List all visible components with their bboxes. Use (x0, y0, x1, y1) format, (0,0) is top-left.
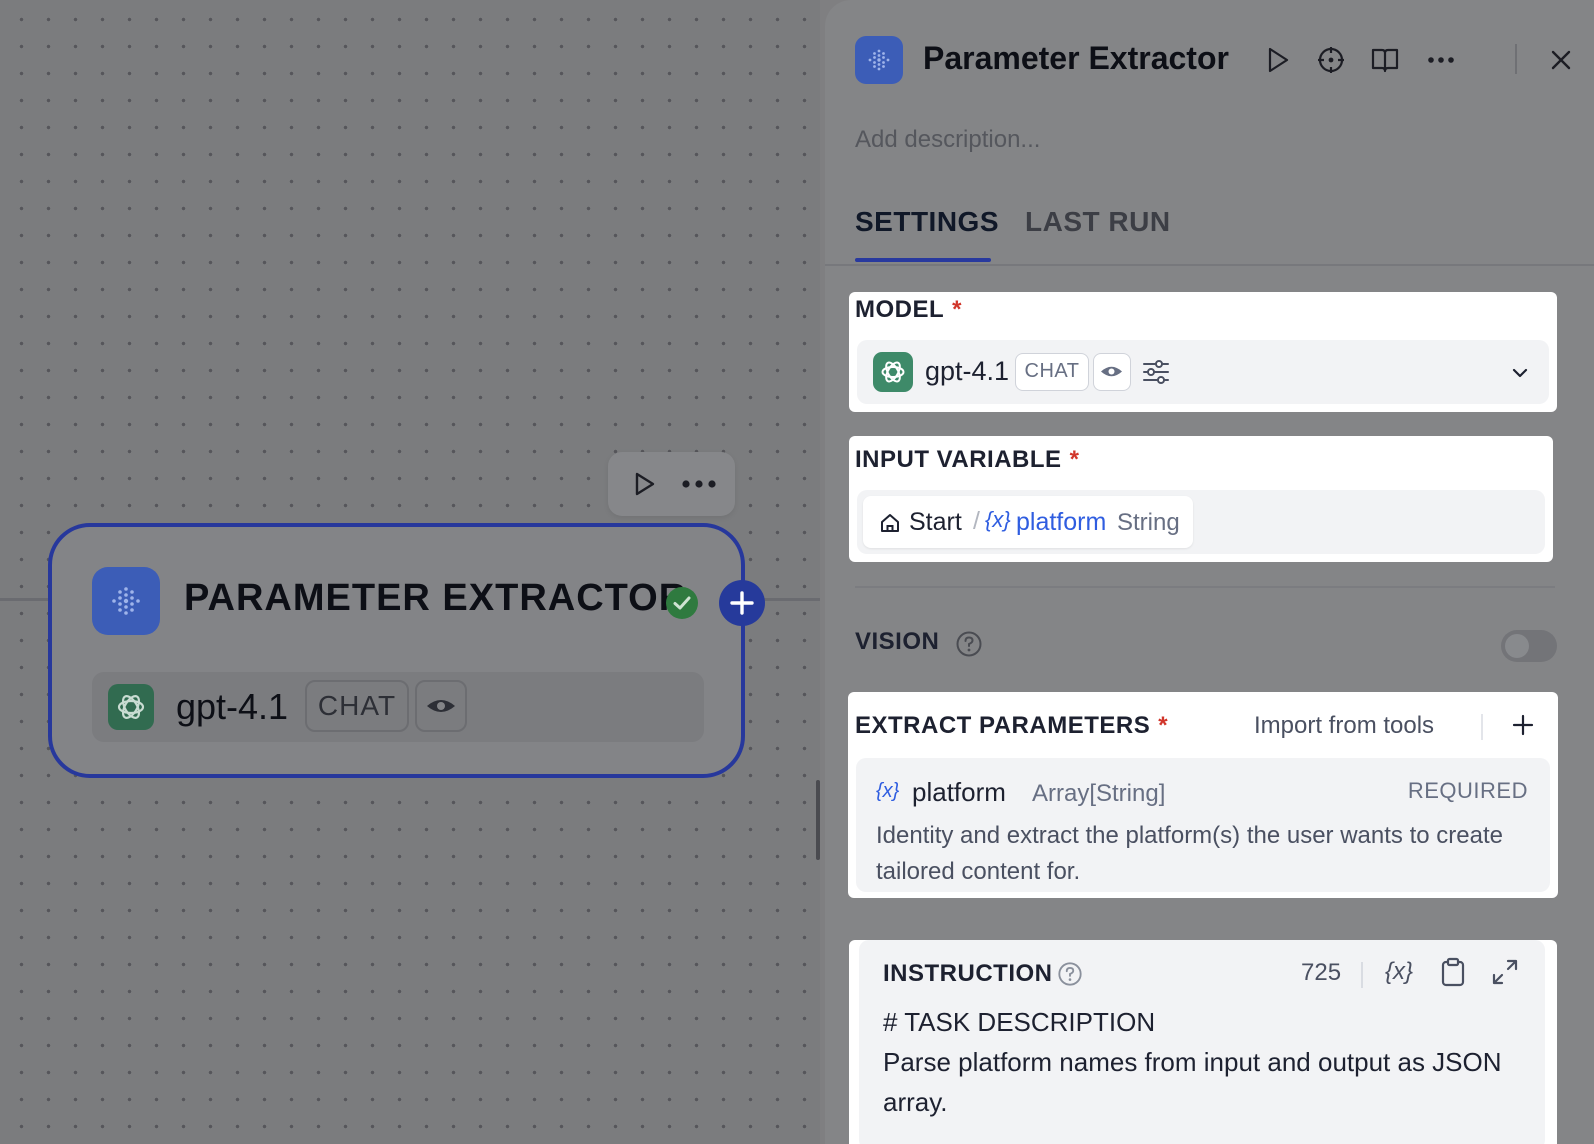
instruction-editor[interactable]: INSTRUCTION 725 {x} # TASK DESCRIPTION P… (859, 940, 1545, 1144)
crosshair-icon[interactable] (1315, 44, 1347, 76)
model-params-icon[interactable] (1141, 357, 1171, 387)
parameter-extractor-icon (92, 567, 160, 635)
book-icon[interactable] (1369, 44, 1401, 76)
more-icon[interactable] (1425, 44, 1457, 76)
import-from-tools-button[interactable]: Import from tools (1254, 712, 1434, 740)
parameter-extractor-icon (855, 36, 903, 84)
character-count: 725 (1301, 959, 1342, 986)
close-icon[interactable] (1545, 44, 1577, 76)
variable-source: Start (909, 508, 962, 536)
chevron-down-icon[interactable] (1509, 362, 1531, 384)
extract-parameters-section: EXTRACT PARAMETERS * Import from tools {x… (848, 692, 1558, 898)
model-selector[interactable]: gpt-4.1 CHAT (857, 340, 1549, 404)
expand-icon[interactable] (1489, 956, 1521, 988)
play-icon[interactable] (630, 470, 658, 498)
input-variable-label: INPUT VARIABLE * (855, 446, 1080, 473)
variable-name: platform (1016, 508, 1107, 536)
input-variable-section: INPUT VARIABLE * Start / {x} platform Str… (849, 436, 1553, 562)
section-divider (855, 586, 1555, 588)
parameter-required-badge: REQUIRED (1407, 778, 1528, 803)
parameter-type: Array[String] (1032, 780, 1166, 807)
instruction-text[interactable]: # TASK DESCRIPTION Parse platform names … (883, 1002, 1533, 1122)
add-parameter-icon[interactable] (1508, 710, 1538, 740)
tabs-divider (825, 264, 1594, 266)
active-tab-indicator (855, 258, 991, 262)
variable-icon: {x} (985, 507, 1011, 532)
clipboard-icon[interactable] (1437, 956, 1469, 988)
plus-icon (730, 591, 754, 615)
node-settings-panel: Parameter Extractor Add description... S… (825, 0, 1594, 1144)
workflow-canvas[interactable]: PARAMETER EXTRACTOR gpt-4.1 CHAT (0, 0, 820, 1144)
help-icon[interactable] (1057, 961, 1083, 987)
vision-eye-icon (1093, 353, 1131, 391)
home-icon (881, 514, 899, 532)
variable-type: String (1117, 509, 1180, 536)
tab-last-run[interactable]: LAST RUN (1025, 206, 1171, 238)
instruction-section: INSTRUCTION 725 {x} # TASK DESCRIPTION P… (849, 940, 1557, 1144)
more-icon[interactable] (680, 470, 718, 498)
model-section: MODEL * gpt-4.1 CHAT (849, 292, 1557, 412)
extract-divider (1481, 714, 1483, 740)
instruction-line: Parse platform names from input and outp… (883, 1047, 1502, 1117)
node-title: PARAMETER EXTRACTOR (184, 577, 688, 619)
vision-eye-icon (415, 680, 467, 732)
success-check-icon (666, 587, 698, 619)
toggle-knob (1505, 634, 1529, 658)
parameter-name: platform (912, 777, 1006, 807)
model-name: gpt-4.1 (925, 356, 1010, 386)
openai-logo-icon (873, 352, 913, 392)
node-model-name: gpt-4.1 (176, 686, 289, 727)
add-node-button[interactable] (719, 580, 765, 626)
help-icon[interactable] (955, 630, 983, 658)
openai-logo-icon (108, 684, 154, 730)
panel-resize-handle[interactable] (816, 780, 820, 860)
variable-reference[interactable]: Start / {x} platform String (863, 496, 1193, 548)
variable-separator: / (973, 507, 980, 535)
play-icon[interactable] (1261, 44, 1293, 76)
model-mode-badge: CHAT (1015, 353, 1089, 391)
instruction-label: INSTRUCTION (883, 960, 1053, 987)
node-model-badge: gpt-4.1 CHAT (92, 672, 704, 742)
insert-variable-button[interactable]: {x} (1385, 956, 1417, 988)
instruction-divider (1361, 962, 1363, 988)
extract-parameters-label: EXTRACT PARAMETERS * (855, 712, 1169, 739)
panel-title[interactable]: Parameter Extractor (923, 40, 1229, 77)
vision-label: VISION (855, 628, 940, 655)
input-variable-selector[interactable]: Start / {x} platform String (857, 490, 1545, 554)
model-label: MODEL * (855, 296, 963, 323)
parameter-item[interactable]: {x} platform Array[String] REQUIRED Iden… (856, 758, 1550, 892)
edge-incoming (0, 598, 50, 601)
instruction-line: # TASK DESCRIPTION (883, 1007, 1156, 1037)
parameter-extractor-node[interactable]: PARAMETER EXTRACTOR gpt-4.1 CHAT (48, 523, 765, 778)
tab-settings[interactable]: SETTINGS (855, 206, 999, 238)
node-model-mode-badge: CHAT (305, 680, 409, 732)
vision-toggle[interactable] (1501, 630, 1557, 662)
parameter-description: Identity and extract the platform(s) the… (876, 822, 1503, 885)
description-input[interactable]: Add description... (855, 126, 1040, 154)
node-toolbar (608, 452, 735, 516)
variable-icon: {x} (876, 780, 900, 802)
header-divider (1515, 44, 1517, 74)
